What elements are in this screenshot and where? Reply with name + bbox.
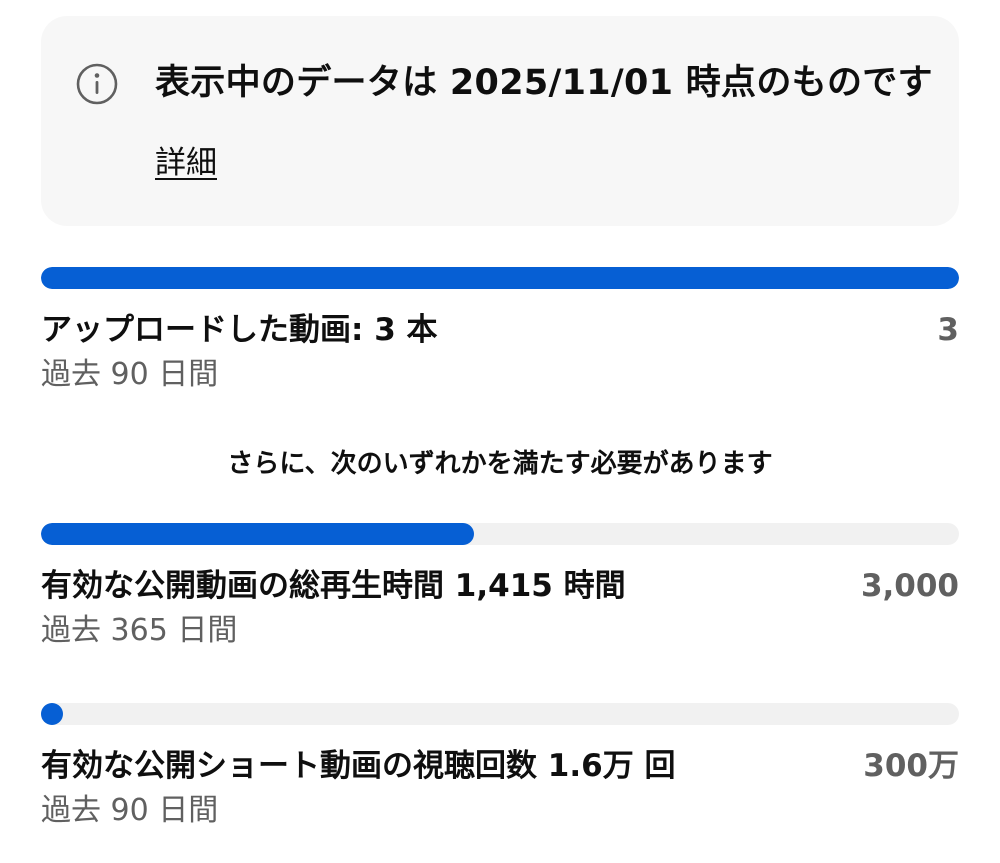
details-link[interactable]: 詳細: [155, 141, 217, 185]
uploads-progress-bar: [41, 267, 959, 289]
watch-hours-requirement-target: 3,000: [860, 568, 959, 604]
shorts-views-requirement-target: 300万: [863, 748, 959, 784]
watch-hours-requirement-period: 過去 365 日間: [41, 613, 238, 648]
uploads-requirement-title: アップロードした動画: 3 本: [41, 312, 438, 348]
uploads-requirement-target: 3: [937, 312, 959, 348]
shorts-views-requirement-title: 有効な公開ショート動画の視聴回数 1.6万 回: [41, 748, 676, 784]
uploads-progress-fill: [41, 267, 959, 289]
notice-message: 表示中のデータは 2025/11/01 時点のものです: [155, 63, 933, 103]
shorts-views-requirement-period: 過去 90 日間: [41, 793, 219, 828]
shorts-views-progress-dot: [41, 703, 63, 725]
additional-condition-text: さらに、次のいずれかを満たす必要があります: [227, 449, 773, 479]
watch-hours-requirement-title: 有効な公開動画の総再生時間 1,415 時間: [41, 568, 626, 604]
watch-hours-progress-bar: [41, 523, 959, 545]
info-icon: [75, 62, 119, 106]
shorts-views-progress-bar: [41, 703, 959, 725]
watch-hours-progress-fill: [41, 523, 475, 545]
uploads-requirement-period: 過去 90 日間: [41, 357, 219, 392]
data-freshness-notice: 表示中のデータは 2025/11/01 時点のものです 詳細: [41, 16, 959, 226]
